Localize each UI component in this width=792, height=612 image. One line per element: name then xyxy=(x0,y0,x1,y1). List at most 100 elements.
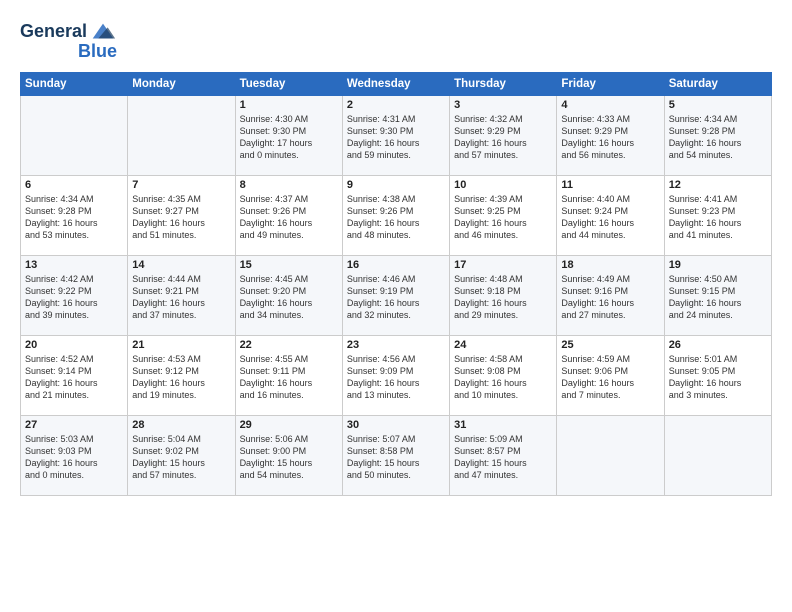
weekday-header: Friday xyxy=(557,72,664,95)
calendar-cell: 27 Sunrise: 5:03 AM Sunset: 9:03 PM Dayli… xyxy=(21,415,128,495)
calendar-cell: 3 Sunrise: 4:32 AM Sunset: 9:29 PM Daylig… xyxy=(450,95,557,175)
calendar-cell: 28 Sunrise: 5:04 AM Sunset: 9:02 PM Dayli… xyxy=(128,415,235,495)
day-number: 14 xyxy=(132,259,230,271)
cell-content: Sunrise: 5:07 AM Sunset: 8:58 PM Dayligh… xyxy=(347,433,445,482)
weekday-header: Wednesday xyxy=(342,72,449,95)
cell-content: Sunrise: 4:59 AM Sunset: 9:06 PM Dayligh… xyxy=(561,353,659,402)
day-number: 21 xyxy=(132,339,230,351)
cell-content: Sunrise: 4:55 AM Sunset: 9:11 PM Dayligh… xyxy=(240,353,338,402)
day-number: 11 xyxy=(561,179,659,191)
day-number: 20 xyxy=(25,339,123,351)
day-number: 12 xyxy=(669,179,767,191)
cell-content: Sunrise: 5:01 AM Sunset: 9:05 PM Dayligh… xyxy=(669,353,767,402)
day-number: 29 xyxy=(240,419,338,431)
cell-content: Sunrise: 4:41 AM Sunset: 9:23 PM Dayligh… xyxy=(669,193,767,242)
calendar-cell: 22 Sunrise: 4:55 AM Sunset: 9:11 PM Dayli… xyxy=(235,335,342,415)
calendar-cell: 29 Sunrise: 5:06 AM Sunset: 9:00 PM Dayli… xyxy=(235,415,342,495)
calendar-cell xyxy=(128,95,235,175)
day-number: 31 xyxy=(454,419,552,431)
calendar-cell: 16Sunrise: 4:46 AM Sunset: 9:19 PM Dayli… xyxy=(342,255,449,335)
day-number: 9 xyxy=(347,179,445,191)
calendar-cell: 11 Sunrise: 4:40 AM Sunset: 9:24 PM Dayli… xyxy=(557,175,664,255)
calendar-cell: 21 Sunrise: 4:53 AM Sunset: 9:12 PM Dayli… xyxy=(128,335,235,415)
day-number: 30 xyxy=(347,419,445,431)
calendar-cell: 8 Sunrise: 4:37 AM Sunset: 9:26 PM Daylig… xyxy=(235,175,342,255)
cell-content: Sunrise: 4:56 AM Sunset: 9:09 PM Dayligh… xyxy=(347,353,445,402)
cell-content: Sunrise: 5:06 AM Sunset: 9:00 PM Dayligh… xyxy=(240,433,338,482)
day-number: 26 xyxy=(669,339,767,351)
calendar-cell: 19Sunrise: 4:50 AM Sunset: 9:15 PM Dayli… xyxy=(664,255,771,335)
day-number: 5 xyxy=(669,99,767,111)
cell-content: Sunrise: 4:58 AM Sunset: 9:08 PM Dayligh… xyxy=(454,353,552,402)
calendar-cell: 1 Sunrise: 4:30 AM Sunset: 9:30 PM Daylig… xyxy=(235,95,342,175)
calendar-cell: 4 Sunrise: 4:33 AM Sunset: 9:29 PM Daylig… xyxy=(557,95,664,175)
cell-content: Sunrise: 5:09 AM Sunset: 8:57 PM Dayligh… xyxy=(454,433,552,482)
calendar-cell: 14 Sunrise: 4:44 AM Sunset: 9:21 PM Dayli… xyxy=(128,255,235,335)
cell-content: Sunrise: 4:46 AM Sunset: 9:19 PM Dayligh… xyxy=(347,273,445,322)
calendar-cell: 10 Sunrise: 4:39 AM Sunset: 9:25 PM Dayli… xyxy=(450,175,557,255)
cell-content: Sunrise: 4:34 AM Sunset: 9:28 PM Dayligh… xyxy=(25,193,123,242)
calendar-cell: 5 Sunrise: 4:34 AM Sunset: 9:28 PM Daylig… xyxy=(664,95,771,175)
page-header: General Blue xyxy=(20,18,772,62)
calendar-cell: 25 Sunrise: 4:59 AM Sunset: 9:06 PM Dayli… xyxy=(557,335,664,415)
cell-content: Sunrise: 5:04 AM Sunset: 9:02 PM Dayligh… xyxy=(132,433,230,482)
calendar-cell: 30 Sunrise: 5:07 AM Sunset: 8:58 PM Dayli… xyxy=(342,415,449,495)
day-number: 13 xyxy=(25,259,123,271)
cell-content: Sunrise: 4:30 AM Sunset: 9:30 PM Dayligh… xyxy=(240,113,338,162)
day-number: 6 xyxy=(25,179,123,191)
cell-content: Sunrise: 4:35 AM Sunset: 9:27 PM Dayligh… xyxy=(132,193,230,242)
cell-content: Sunrise: 4:45 AM Sunset: 9:20 PM Dayligh… xyxy=(240,273,338,322)
day-number: 17 xyxy=(454,259,552,271)
weekday-header: Monday xyxy=(128,72,235,95)
cell-content: Sunrise: 4:31 AM Sunset: 9:30 PM Dayligh… xyxy=(347,113,445,162)
day-number: 27 xyxy=(25,419,123,431)
calendar-cell: 6 Sunrise: 4:34 AM Sunset: 9:28 PM Daylig… xyxy=(21,175,128,255)
day-number: 15 xyxy=(240,259,338,271)
day-number: 25 xyxy=(561,339,659,351)
calendar-cell: 20 Sunrise: 4:52 AM Sunset: 9:14 PM Dayli… xyxy=(21,335,128,415)
weekday-header: Thursday xyxy=(450,72,557,95)
cell-content: Sunrise: 4:52 AM Sunset: 9:14 PM Dayligh… xyxy=(25,353,123,402)
cell-content: Sunrise: 4:40 AM Sunset: 9:24 PM Dayligh… xyxy=(561,193,659,242)
day-number: 22 xyxy=(240,339,338,351)
day-number: 24 xyxy=(454,339,552,351)
weekday-header: Tuesday xyxy=(235,72,342,95)
day-number: 1 xyxy=(240,99,338,111)
cell-content: Sunrise: 4:42 AM Sunset: 9:22 PM Dayligh… xyxy=(25,273,123,322)
weekday-header: Saturday xyxy=(664,72,771,95)
cell-content: Sunrise: 4:39 AM Sunset: 9:25 PM Dayligh… xyxy=(454,193,552,242)
cell-content: Sunrise: 5:03 AM Sunset: 9:03 PM Dayligh… xyxy=(25,433,123,482)
calendar-cell: 13 Sunrise: 4:42 AM Sunset: 9:22 PM Dayli… xyxy=(21,255,128,335)
cell-content: Sunrise: 4:37 AM Sunset: 9:26 PM Dayligh… xyxy=(240,193,338,242)
cell-content: Sunrise: 4:32 AM Sunset: 9:29 PM Dayligh… xyxy=(454,113,552,162)
day-number: 28 xyxy=(132,419,230,431)
calendar-cell: 2 Sunrise: 4:31 AM Sunset: 9:30 PM Daylig… xyxy=(342,95,449,175)
cell-content: Sunrise: 4:53 AM Sunset: 9:12 PM Dayligh… xyxy=(132,353,230,402)
cell-content: Sunrise: 4:34 AM Sunset: 9:28 PM Dayligh… xyxy=(669,113,767,162)
calendar-cell xyxy=(21,95,128,175)
cell-content: Sunrise: 4:33 AM Sunset: 9:29 PM Dayligh… xyxy=(561,113,659,162)
calendar-cell xyxy=(557,415,664,495)
calendar-cell: 31 Sunrise: 5:09 AM Sunset: 8:57 PM Dayli… xyxy=(450,415,557,495)
weekday-header: Sunday xyxy=(21,72,128,95)
calendar-cell: 23 Sunrise: 4:56 AM Sunset: 9:09 PM Dayli… xyxy=(342,335,449,415)
day-number: 10 xyxy=(454,179,552,191)
cell-content: Sunrise: 4:44 AM Sunset: 9:21 PM Dayligh… xyxy=(132,273,230,322)
day-number: 3 xyxy=(454,99,552,111)
cell-content: Sunrise: 4:49 AM Sunset: 9:16 PM Dayligh… xyxy=(561,273,659,322)
day-number: 18 xyxy=(561,259,659,271)
calendar-cell: 26 Sunrise: 5:01 AM Sunset: 9:05 PM Dayli… xyxy=(664,335,771,415)
calendar-cell xyxy=(664,415,771,495)
logo: General Blue xyxy=(20,18,117,62)
calendar-cell: 7 Sunrise: 4:35 AM Sunset: 9:27 PM Daylig… xyxy=(128,175,235,255)
day-number: 2 xyxy=(347,99,445,111)
day-number: 7 xyxy=(132,179,230,191)
day-number: 8 xyxy=(240,179,338,191)
calendar-table: SundayMondayTuesdayWednesdayThursdayFrid… xyxy=(20,72,772,496)
day-number: 23 xyxy=(347,339,445,351)
calendar-cell: 24 Sunrise: 4:58 AM Sunset: 9:08 PM Dayli… xyxy=(450,335,557,415)
calendar-cell: 17Sunrise: 4:48 AM Sunset: 9:18 PM Dayli… xyxy=(450,255,557,335)
day-number: 4 xyxy=(561,99,659,111)
cell-content: Sunrise: 4:38 AM Sunset: 9:26 PM Dayligh… xyxy=(347,193,445,242)
day-number: 19 xyxy=(669,259,767,271)
